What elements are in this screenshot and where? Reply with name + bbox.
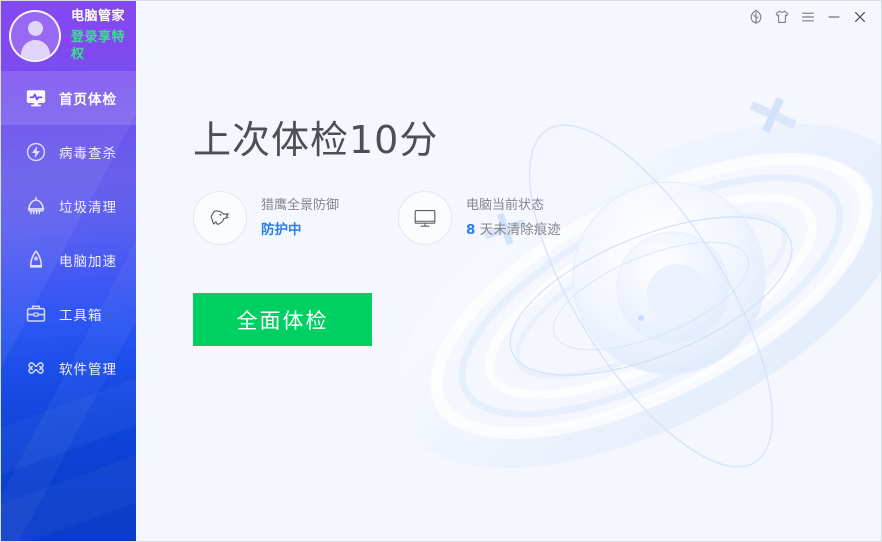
user-text-block: 电脑管家 登录享特权 bbox=[71, 8, 136, 64]
sidebar-item-junk-cleanup[interactable]: 垃圾清理 bbox=[1, 179, 136, 233]
sidebar-item-software-manage[interactable]: 软件管理 bbox=[1, 341, 136, 395]
user-avatar-icon[interactable] bbox=[9, 10, 61, 62]
shield-bolt-icon bbox=[26, 142, 46, 162]
sidebar-item-pc-accelerate[interactable]: 电脑加速 bbox=[1, 233, 136, 287]
eagle-head-icon bbox=[210, 210, 229, 225]
close-icon[interactable] bbox=[847, 4, 873, 30]
status-text-block: 猎鹰全景防御 防护中 bbox=[261, 196, 339, 240]
sidebar-item-label: 工具箱 bbox=[59, 308, 103, 324]
skin-shirt-icon[interactable] bbox=[769, 4, 795, 30]
status-value: 8 天未清除痕迹 bbox=[466, 220, 561, 240]
user-panel[interactable]: 电脑管家 登录享特权 bbox=[1, 1, 136, 71]
app-name-label: 电脑管家 bbox=[71, 9, 126, 25]
sidebar-item-toolbox[interactable]: 工具箱 bbox=[1, 287, 136, 341]
monitor-icon bbox=[414, 210, 436, 227]
avatar-body-shape bbox=[20, 40, 50, 60]
planet-orbit-decoration bbox=[401, 97, 881, 469]
status-icon-wrapper bbox=[398, 191, 452, 245]
sidebar-item-label: 病毒查杀 bbox=[59, 146, 117, 162]
minimize-icon[interactable] bbox=[821, 4, 847, 30]
avatar-head-shape bbox=[27, 21, 43, 36]
status-item-pc-state[interactable]: 电脑当前状态 8 天未清除痕迹 bbox=[398, 191, 603, 245]
status-item-falcon-defense[interactable]: 猎鹰全景防御 防护中 bbox=[193, 191, 398, 245]
menu-hamburger-icon[interactable] bbox=[795, 4, 821, 30]
sidebar: 电脑管家 登录享特权 首页体检 病毒查杀 垃圾清理 电脑加速 工具箱 软件管理 bbox=[1, 1, 136, 541]
status-title: 电脑当前状态 bbox=[466, 198, 545, 214]
satellite-icon bbox=[749, 97, 797, 133]
status-title: 猎鹰全景防御 bbox=[261, 198, 340, 214]
sidebar-item-label: 垃圾清理 bbox=[59, 200, 117, 216]
sidebar-item-virus-scan[interactable]: 病毒查杀 bbox=[1, 125, 136, 179]
sidebar-item-label: 首页体检 bbox=[59, 92, 117, 108]
status-row: 猎鹰全景防御 防护中 电脑当前状态 8 天未清除痕迹 bbox=[193, 191, 603, 245]
page-title: 上次体检10分 bbox=[193, 118, 439, 162]
status-value-number: 8 bbox=[466, 221, 476, 238]
status-value: 防护中 bbox=[261, 221, 302, 238]
feedback-leaf-icon[interactable] bbox=[743, 4, 769, 30]
status-text-block: 电脑当前状态 8 天未清除痕迹 bbox=[466, 196, 561, 240]
status-value-text: 天未清除痕迹 bbox=[475, 221, 561, 238]
status-icon-wrapper bbox=[193, 191, 247, 245]
sidebar-item-home-checkup[interactable]: 首页体检 bbox=[1, 71, 136, 125]
full-checkup-button[interactable]: 全面体检 bbox=[193, 293, 372, 346]
sidebar-item-label: 软件管理 bbox=[59, 362, 117, 378]
clover-icon bbox=[28, 362, 44, 374]
pc-manager-window: 电脑管家 登录享特权 首页体检 病毒查杀 垃圾清理 电脑加速 工具箱 软件管理 … bbox=[0, 0, 882, 542]
sidebar-nav: 首页体检 病毒查杀 垃圾清理 电脑加速 工具箱 软件管理 bbox=[1, 71, 136, 395]
toolbox-icon bbox=[26, 305, 46, 322]
monitor-pulse-icon bbox=[26, 90, 46, 107]
sidebar-item-label: 电脑加速 bbox=[59, 254, 117, 270]
broom-icon bbox=[27, 196, 45, 215]
titlebar-controls bbox=[743, 1, 881, 33]
rocket-icon bbox=[29, 250, 43, 268]
login-privilege-link[interactable]: 登录享特权 bbox=[71, 29, 136, 64]
main-content: 上次体检10分 猎鹰全景防御 防护中 电脑当前状态 8 天未清除痕迹 全面体检 bbox=[136, 1, 881, 541]
